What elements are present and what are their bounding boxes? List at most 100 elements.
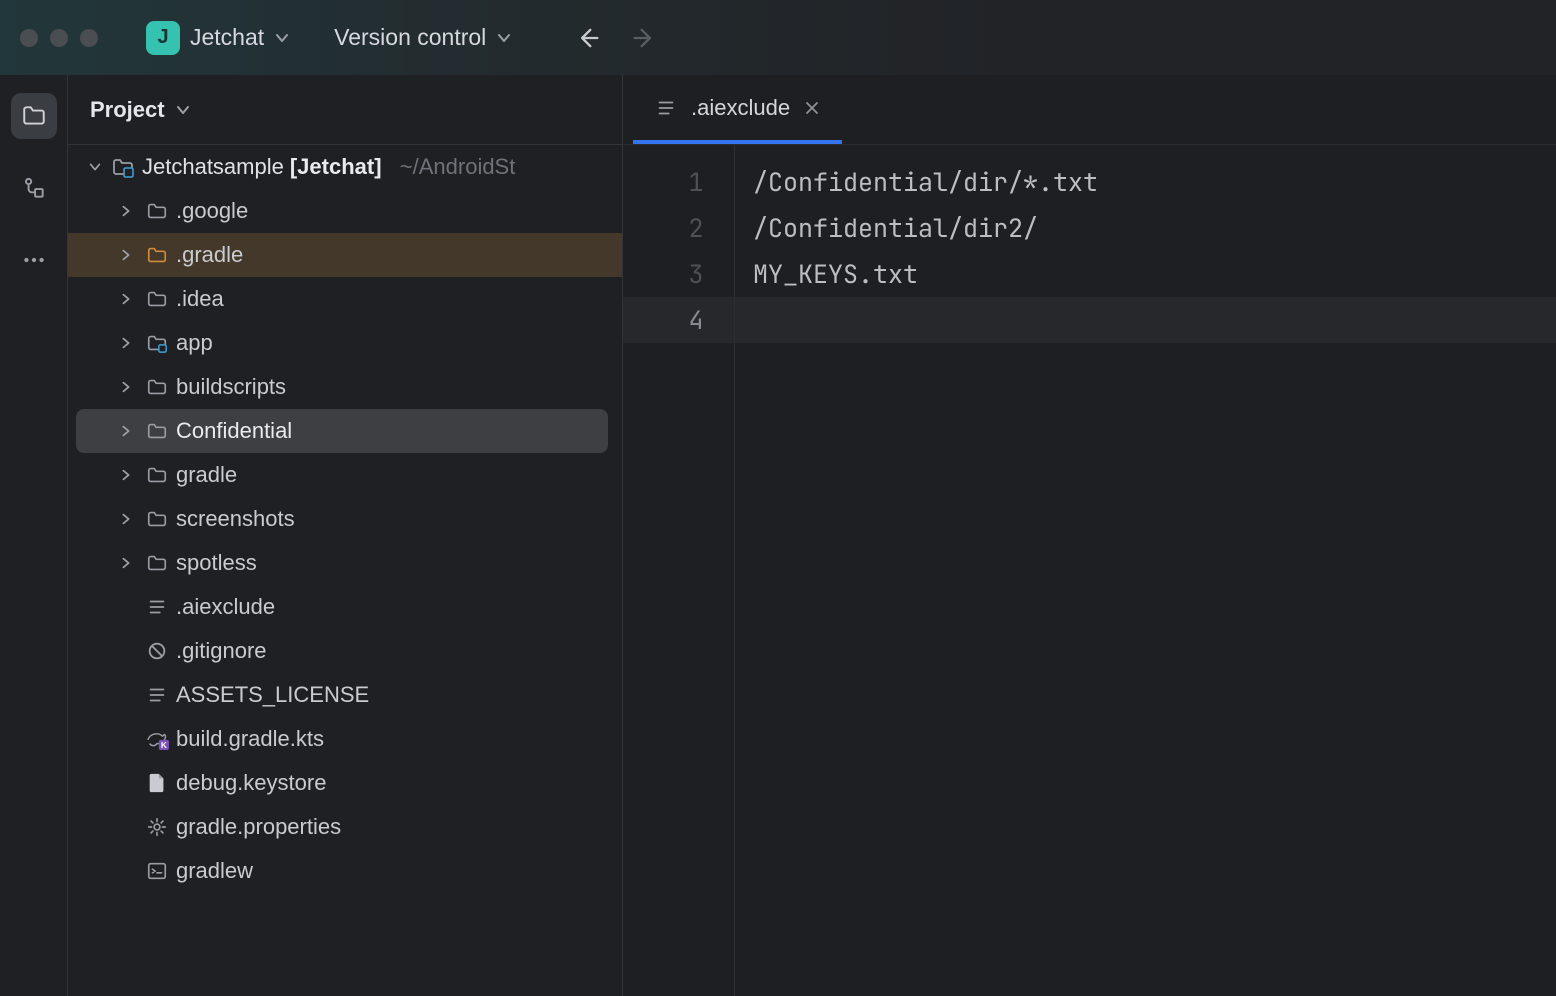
editor-body[interactable]: 1234 /Confidential/dir/*.txt/Confidentia… <box>623 145 1556 996</box>
code-line[interactable]: MY_KEYS.txt <box>753 251 1556 297</box>
chevron-down-icon <box>274 30 290 46</box>
code-line[interactable]: /Confidential/dir2/ <box>753 205 1556 251</box>
window-close-button[interactable] <box>20 29 38 47</box>
tree-node[interactable]: .gradle <box>68 233 622 277</box>
window-zoom-button[interactable] <box>80 29 98 47</box>
tree-node-label: build.gradle.kts <box>176 726 324 752</box>
folder-icon <box>144 376 170 398</box>
tree-node-label: buildscripts <box>176 374 286 400</box>
chevron-right-icon[interactable] <box>114 336 138 350</box>
shell-file-icon <box>144 860 170 882</box>
folder-icon <box>144 552 170 574</box>
version-control-label: Version control <box>334 24 486 51</box>
tree-node-label: ASSETS_LICENSE <box>176 682 369 708</box>
project-root-icon <box>110 155 136 179</box>
chevron-right-icon[interactable] <box>114 468 138 482</box>
tree-node-label: Confidential <box>176 418 292 444</box>
tree-node[interactable]: .google <box>68 189 622 233</box>
chevron-right-icon[interactable] <box>114 204 138 218</box>
chevron-down-icon <box>496 30 512 46</box>
code-line[interactable]: /Confidential/dir/*.txt <box>753 159 1556 205</box>
editor-area: .aiexclude 1234 /Confidential/dir/*.txt/… <box>623 75 1556 996</box>
nav-forward-button[interactable] <box>630 24 658 52</box>
more-horizontal-icon <box>21 247 47 273</box>
folder-brown-icon <box>144 244 170 266</box>
tree-node-label: .aiexclude <box>176 594 275 620</box>
tree-node-label: .gitignore <box>176 638 267 664</box>
more-tool-button[interactable] <box>11 237 57 283</box>
tree-root-name: Jetchatsample <box>142 154 284 180</box>
project-badge-icon: J <box>146 21 180 55</box>
project-tool-window: Project Jetchatsample [Jetchat] ~/Androi… <box>68 75 623 996</box>
folder-icon <box>21 103 47 129</box>
tree-node-label: .idea <box>176 286 224 312</box>
nav-back-button[interactable] <box>574 24 602 52</box>
tree-node-label: app <box>176 330 213 356</box>
chevron-right-icon[interactable] <box>114 556 138 570</box>
project-name: Jetchat <box>190 24 264 51</box>
gutter-line-number: 4 <box>623 297 734 343</box>
tree-node[interactable]: .idea <box>68 277 622 321</box>
folder-icon <box>144 200 170 222</box>
gutter-line-number: 2 <box>623 205 704 251</box>
navigation-arrows <box>574 24 658 52</box>
gear-file-icon <box>144 816 170 838</box>
chevron-right-icon[interactable] <box>114 248 138 262</box>
project-tool-button[interactable] <box>11 93 57 139</box>
folder-icon <box>144 464 170 486</box>
editor-tabs: .aiexclude <box>623 75 1556 145</box>
tree-node[interactable]: gradle.properties <box>68 805 622 849</box>
tree-node-label: debug.keystore <box>176 770 326 796</box>
tool-window-bar <box>0 75 68 996</box>
editor-tab-aiexclude[interactable]: .aiexclude <box>633 75 842 144</box>
code-line[interactable] <box>735 297 1556 343</box>
structure-tool-button[interactable] <box>11 165 57 211</box>
editor-code[interactable]: /Confidential/dir/*.txt/Confidential/dir… <box>735 145 1556 996</box>
tree-node-label: .gradle <box>176 242 243 268</box>
tree-node[interactable]: Kbuild.gradle.kts <box>68 717 622 761</box>
chevron-down-icon[interactable] <box>86 160 104 174</box>
folder-icon <box>144 508 170 530</box>
close-tab-button[interactable] <box>804 100 820 116</box>
text-file-icon <box>144 596 170 618</box>
tree-node[interactable]: app <box>68 321 622 365</box>
tree-node[interactable]: debug.keystore <box>68 761 622 805</box>
window-minimize-button[interactable] <box>50 29 68 47</box>
folder-icon <box>144 420 170 442</box>
tree-node[interactable]: spotless <box>68 541 622 585</box>
tree-root-module: [Jetchat] <box>290 154 382 180</box>
tree-node-label: gradlew <box>176 858 253 884</box>
text-file-icon <box>144 684 170 706</box>
version-control-menu[interactable]: Version control <box>334 24 512 51</box>
chevron-right-icon[interactable] <box>114 380 138 394</box>
tree-node-label: .google <box>176 198 248 224</box>
module-icon <box>144 332 170 354</box>
tree-node-label: gradle <box>176 462 237 488</box>
chevron-right-icon[interactable] <box>114 512 138 526</box>
project-selector[interactable]: J Jetchat <box>146 21 290 55</box>
tree-node-label: gradle.properties <box>176 814 341 840</box>
tree-node[interactable]: .gitignore <box>68 629 622 673</box>
text-file-icon <box>655 97 677 119</box>
ignore-file-icon <box>144 640 170 662</box>
gutter-line-number: 1 <box>623 159 704 205</box>
tree-node-label: screenshots <box>176 506 295 532</box>
tree-node-label: spotless <box>176 550 257 576</box>
gutter-line-number: 3 <box>623 251 704 297</box>
chevron-right-icon[interactable] <box>114 292 138 306</box>
editor-gutter: 1234 <box>623 145 735 996</box>
generic-file-icon <box>144 772 170 794</box>
window-controls <box>20 29 98 47</box>
tree-node[interactable]: ASSETS_LICENSE <box>68 673 622 717</box>
editor-tab-label: .aiexclude <box>691 95 790 121</box>
project-panel-header[interactable]: Project <box>68 75 622 145</box>
tree-node[interactable]: Confidential <box>76 409 608 453</box>
chevron-right-icon[interactable] <box>114 424 138 438</box>
tree-node[interactable]: screenshots <box>68 497 622 541</box>
tree-node[interactable]: gradlew <box>68 849 622 893</box>
tree-node[interactable]: buildscripts <box>68 365 622 409</box>
project-tree[interactable]: Jetchatsample [Jetchat] ~/AndroidSt .goog… <box>68 145 622 996</box>
tree-root[interactable]: Jetchatsample [Jetchat] ~/AndroidSt <box>68 145 622 189</box>
tree-node[interactable]: .aiexclude <box>68 585 622 629</box>
tree-node[interactable]: gradle <box>68 453 622 497</box>
